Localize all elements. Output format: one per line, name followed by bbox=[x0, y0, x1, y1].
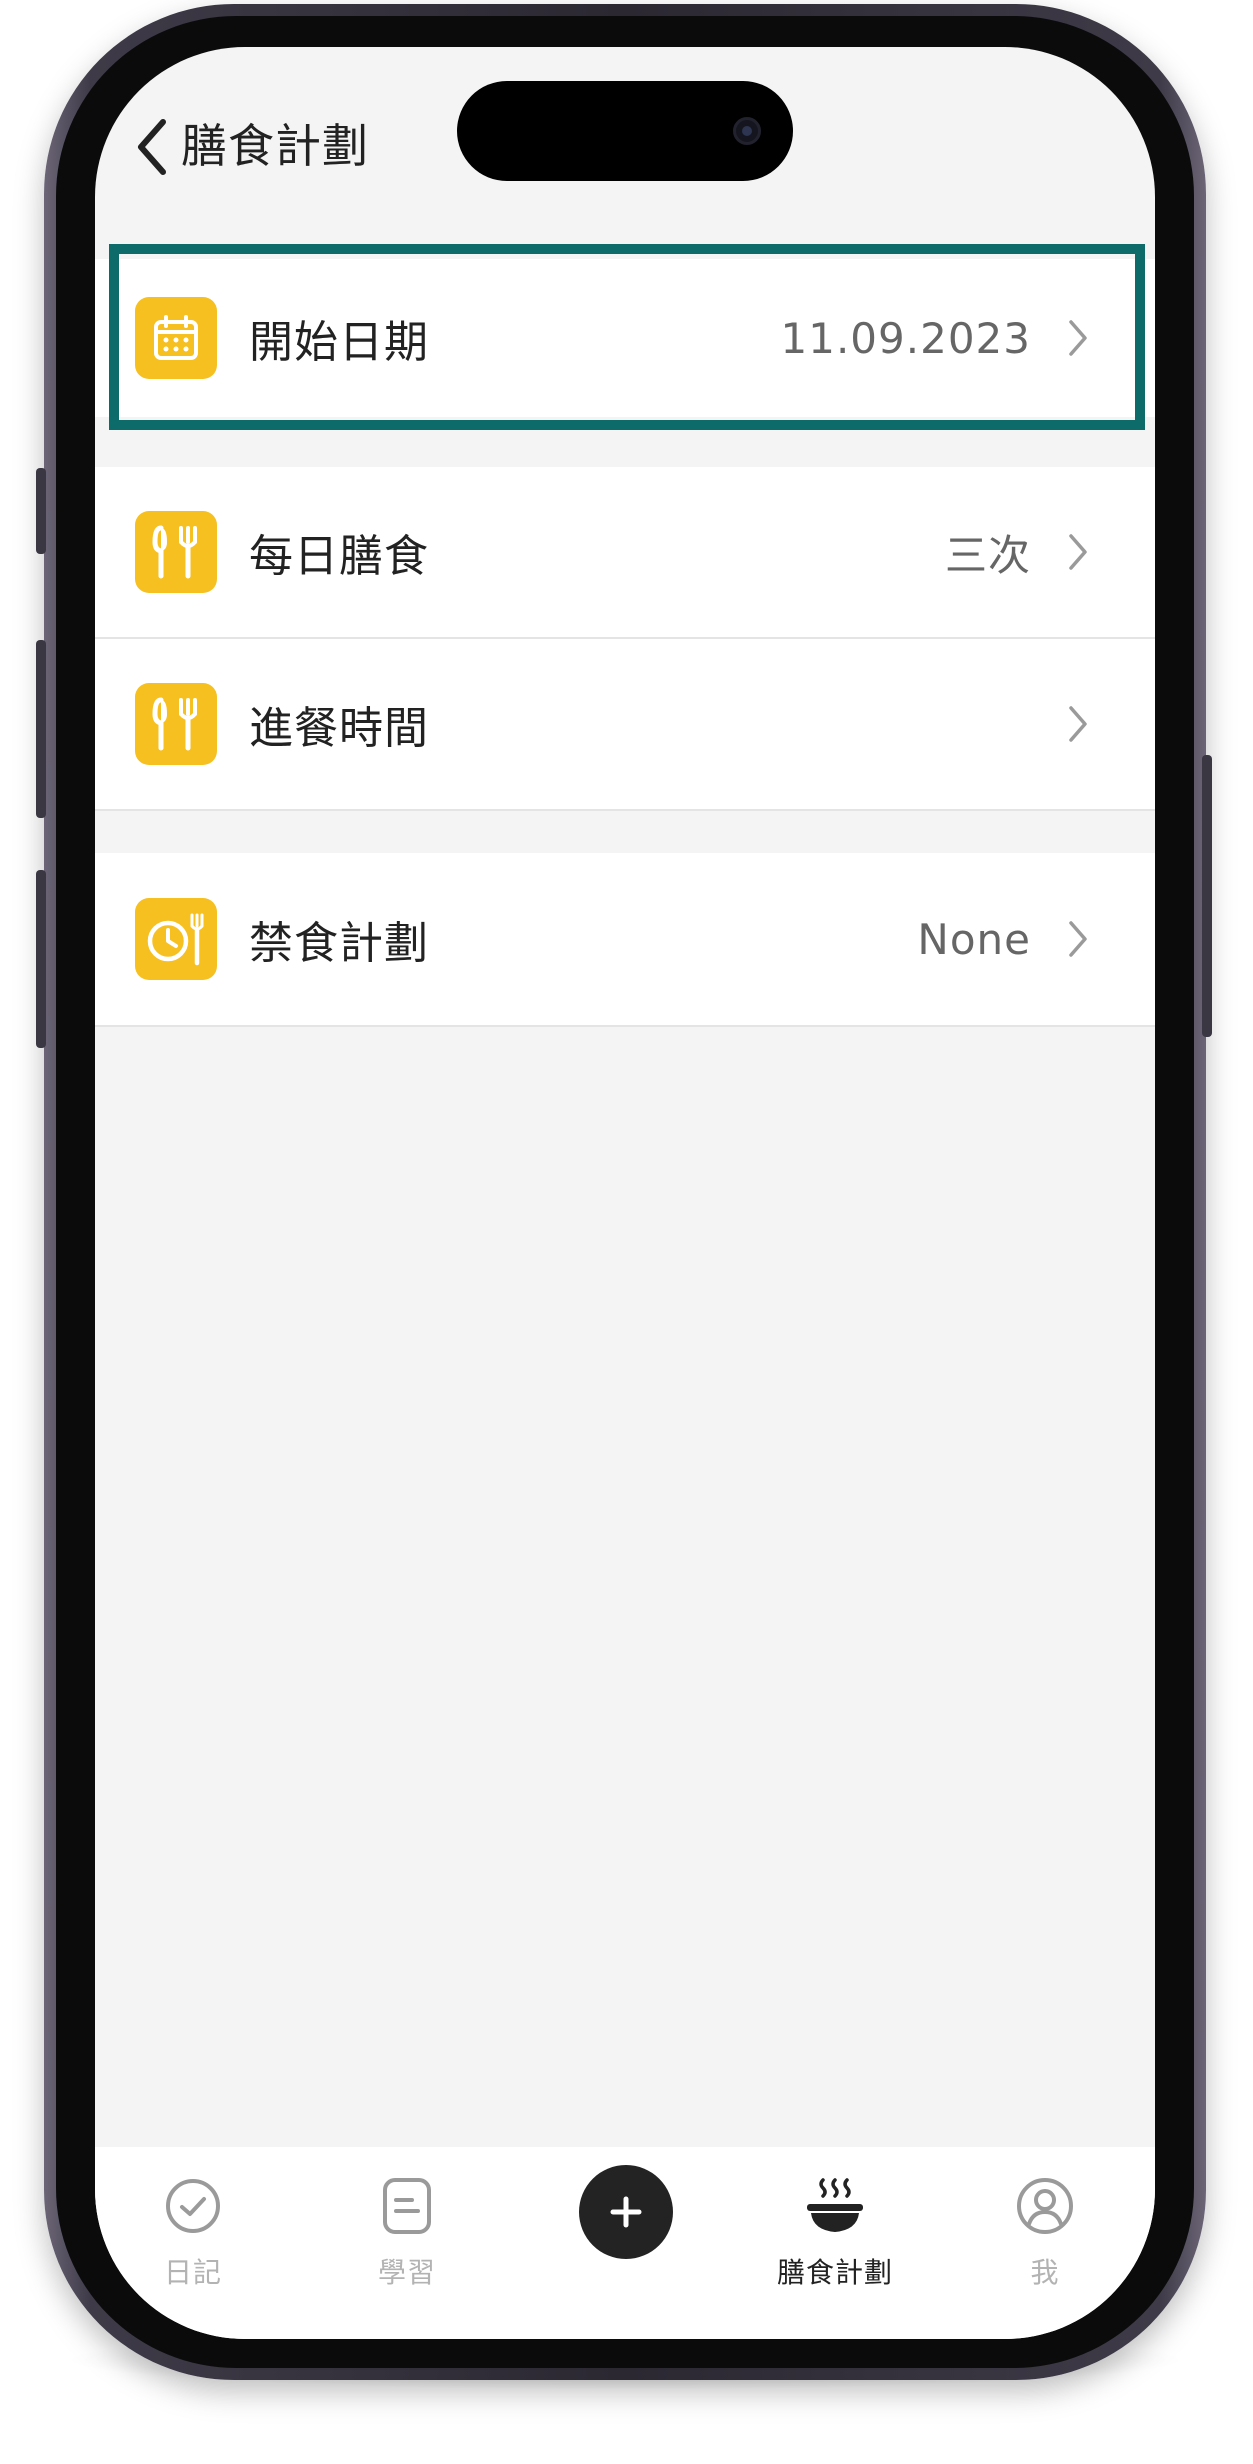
chevron-right-icon bbox=[1063, 917, 1093, 961]
tab-diary-label: 日記 bbox=[163, 2256, 222, 2289]
dynamic-island bbox=[457, 81, 793, 181]
front-camera bbox=[733, 117, 761, 145]
page-title: 膳食計劃 bbox=[181, 119, 369, 173]
tab-meal-plan[interactable]: 膳食計劃 bbox=[755, 2157, 915, 2307]
check-circle-icon bbox=[158, 2171, 228, 2241]
tab-meal-plan-label: 膳食計劃 bbox=[776, 2256, 893, 2289]
fork-knife-icon bbox=[135, 511, 217, 593]
note-icon bbox=[372, 2171, 442, 2241]
phone-screen: 膳食計劃 開始日期 11.09.2023 每日膳食 三次 進餐時間 禁食計劃 N… bbox=[95, 47, 1155, 2339]
clock-fork-icon bbox=[135, 898, 217, 980]
fasting-plan-row[interactable]: 禁食計劃 None bbox=[95, 853, 1155, 1025]
plus-icon bbox=[610, 2196, 642, 2228]
chevron-right-icon bbox=[1063, 316, 1093, 360]
daily-meals-value: 三次 bbox=[944, 530, 1031, 580]
chevron-left-icon bbox=[138, 119, 166, 175]
chevron-right-icon bbox=[1063, 702, 1093, 746]
bowl-icon bbox=[800, 2171, 870, 2241]
power-button bbox=[1202, 755, 1212, 1037]
tab-learn-label: 學習 bbox=[377, 2256, 436, 2289]
tab-learn[interactable]: 學習 bbox=[327, 2157, 487, 2307]
chevron-right-icon bbox=[1063, 530, 1093, 574]
volume-up-button bbox=[36, 640, 46, 818]
daily-meals-row[interactable]: 每日膳食 三次 bbox=[95, 467, 1155, 637]
tab-me[interactable]: 我 bbox=[965, 2157, 1125, 2307]
add-button[interactable] bbox=[579, 2165, 673, 2259]
meal-time-label: 進餐時間 bbox=[249, 703, 429, 754]
calendar-icon bbox=[135, 297, 217, 379]
start-date-label: 開始日期 bbox=[249, 317, 429, 368]
silent-switch bbox=[36, 468, 46, 554]
fork-knife-icon bbox=[135, 683, 217, 765]
tab-diary[interactable]: 日記 bbox=[113, 2157, 273, 2307]
back-button[interactable] bbox=[121, 107, 181, 187]
start-date-row[interactable]: 開始日期 11.09.2023 bbox=[95, 259, 1155, 417]
start-date-value: 11.09.2023 bbox=[780, 313, 1031, 363]
person-circle-icon bbox=[1010, 2171, 1080, 2241]
tab-bar: 日記 學習 膳食計劃 我 bbox=[95, 2147, 1155, 2339]
divider bbox=[95, 809, 1155, 811]
meal-time-row[interactable]: 進餐時間 bbox=[95, 639, 1155, 809]
volume-down-button bbox=[36, 870, 46, 1048]
fasting-plan-label: 禁食計劃 bbox=[249, 918, 429, 969]
daily-meals-label: 每日膳食 bbox=[249, 531, 429, 582]
divider bbox=[95, 1025, 1155, 1027]
tab-me-label: 我 bbox=[1030, 2256, 1060, 2289]
fasting-plan-value: None bbox=[917, 914, 1031, 964]
